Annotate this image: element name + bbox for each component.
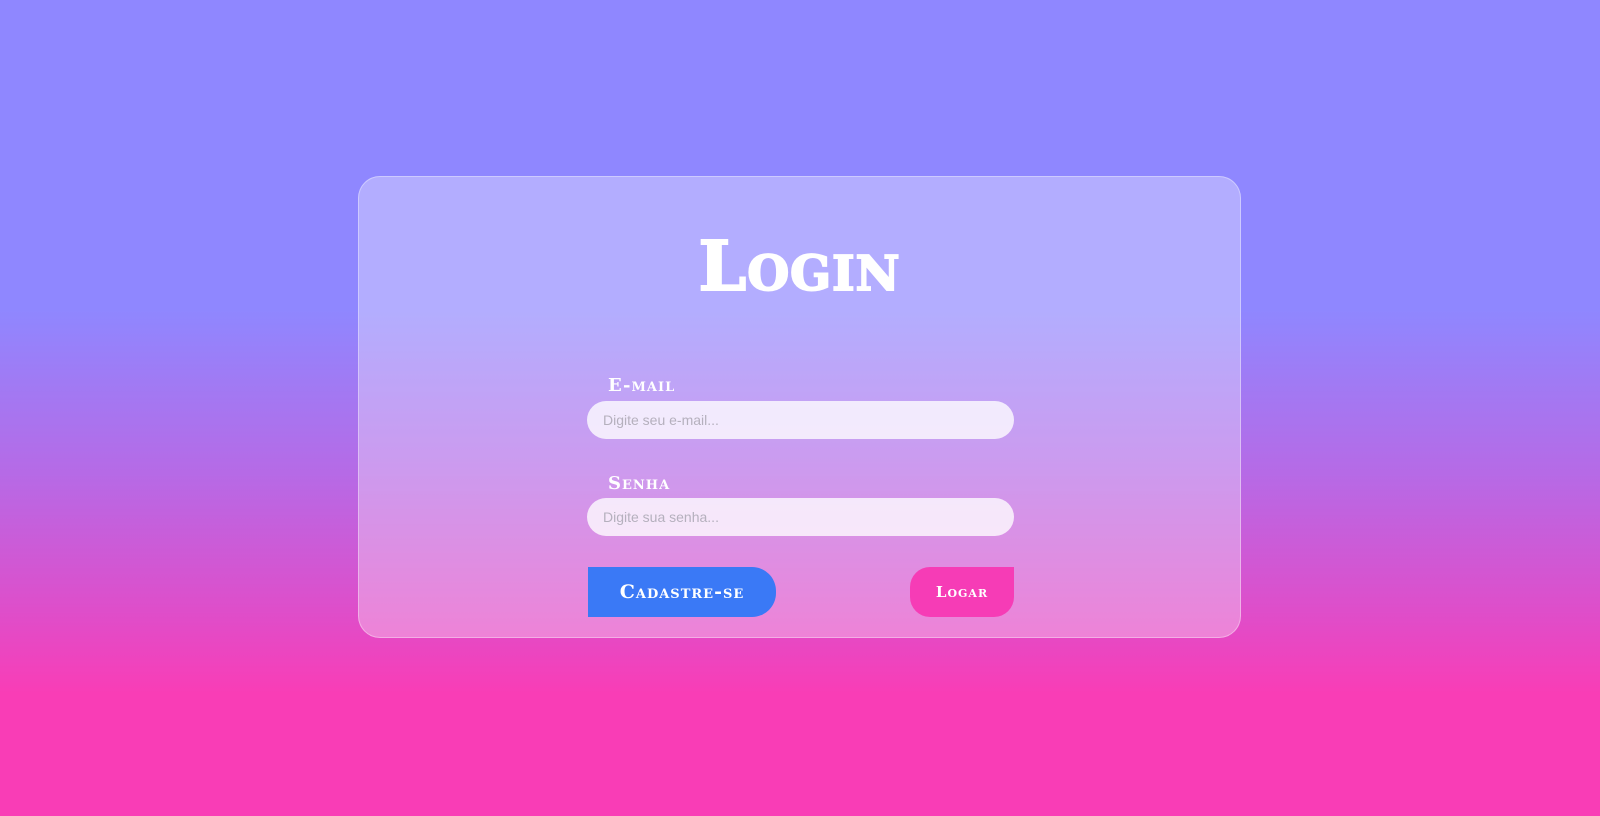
login-button[interactable]: Logar — [910, 567, 1014, 617]
email-input[interactable] — [587, 401, 1014, 439]
password-label: Senha — [608, 473, 671, 494]
login-card: Login E-mail Senha Cadastre-se Logar — [358, 176, 1241, 638]
password-input[interactable] — [587, 498, 1014, 536]
register-button[interactable]: Cadastre-se — [588, 567, 776, 617]
email-label: E-mail — [608, 375, 676, 396]
login-title: Login — [698, 226, 901, 308]
